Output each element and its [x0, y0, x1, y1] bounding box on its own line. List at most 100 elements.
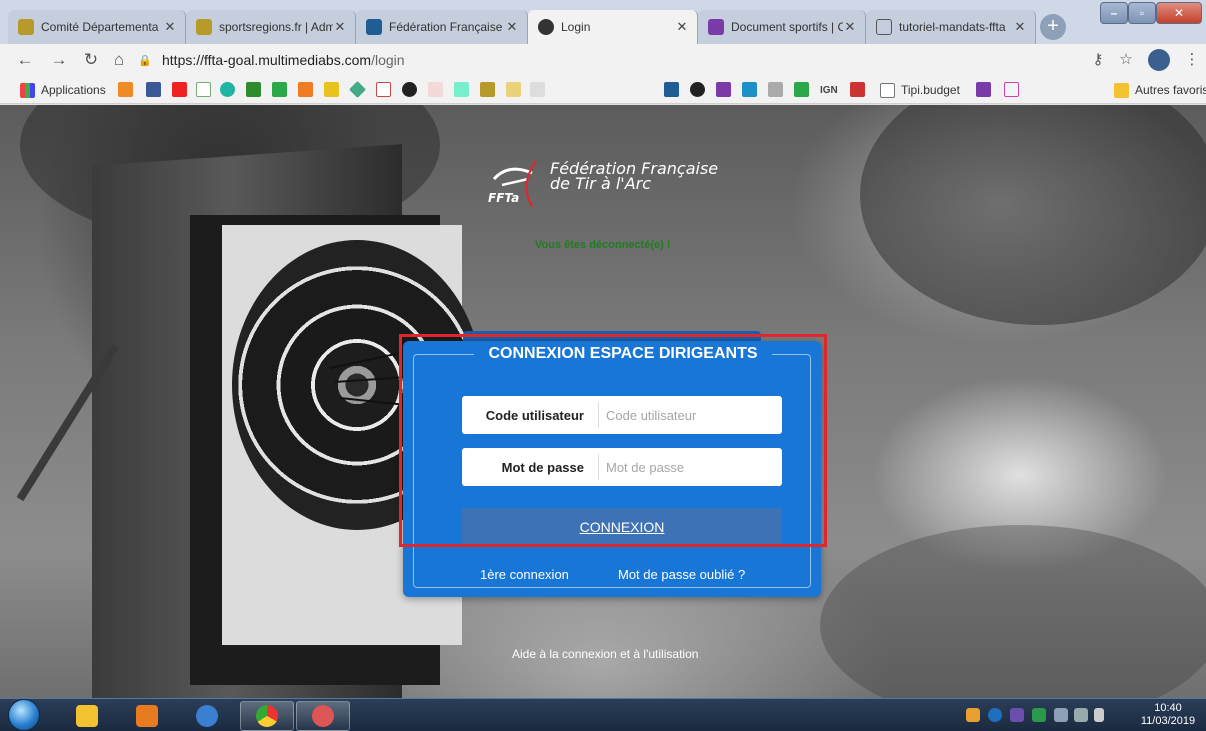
bookmark-label: Applications [41, 83, 106, 97]
tray-device-icon[interactable] [1054, 708, 1068, 722]
bookmark-sport-icon[interactable] [1004, 82, 1019, 97]
bookmark-teal-icon[interactable] [220, 82, 235, 97]
login-page: FFTa Fédération Française de Tir à l'Arc… [0, 105, 1206, 698]
close-tab-icon[interactable]: ✕ [505, 19, 519, 35]
ffta-logo-text: FFTa [488, 191, 520, 205]
globe-favicon-icon [538, 19, 554, 35]
lock-icon: 🔒 [138, 54, 152, 67]
new-tab-button[interactable]: + [1040, 14, 1066, 40]
tab-title: tutoriel-mandats-ffta [899, 20, 1006, 34]
password-input[interactable] [598, 454, 782, 480]
close-tab-icon[interactable]: ✕ [1013, 19, 1027, 35]
bookmark-diamond-icon[interactable] [349, 81, 366, 98]
username-input[interactable] [598, 402, 782, 428]
bookmark-red-icon[interactable] [850, 82, 865, 97]
back-arrow-icon[interactable]: ← [14, 48, 36, 72]
tab-document-sportifs[interactable]: Document sportifs | C ✕ [698, 10, 866, 44]
tab-federation-francaise[interactable]: Fédération Française ✕ [356, 10, 528, 44]
bookmark-circle-icon[interactable] [690, 82, 705, 97]
taskbar-app-blue[interactable] [180, 701, 234, 731]
password-row: Mot de passe [462, 448, 782, 486]
apps-grid-icon [20, 82, 35, 98]
close-window-button[interactable]: ✕ [1156, 2, 1202, 24]
home-icon[interactable]: ⌂ [108, 48, 130, 72]
bookmark-label: IGN [820, 84, 838, 96]
bookmark-box-icon[interactable] [298, 82, 313, 97]
close-tab-icon[interactable]: ✕ [333, 19, 347, 35]
gmail-icon[interactable] [376, 82, 391, 97]
menu-kebab-icon[interactable]: ⋮ [1182, 50, 1202, 70]
tab-sportsregions[interactable]: sportsregions.fr | Adm ✕ [186, 10, 356, 44]
taskbar-app-other[interactable] [296, 701, 350, 731]
tab-tutoriel-mandats[interactable]: tutoriel-mandats-ffta ✕ [866, 10, 1036, 44]
clock-time: 10:40 [1154, 702, 1182, 714]
bookmark-purple-icon[interactable] [716, 82, 731, 97]
tray-app-icon[interactable] [966, 708, 980, 722]
first-login-link[interactable]: 1ère connexion [480, 567, 569, 582]
bookmark-person-icon[interactable] [768, 82, 783, 97]
bookmark-green-icon[interactable] [794, 82, 809, 97]
sportsregions-favicon-icon [18, 19, 34, 35]
forward-arrow-icon[interactable]: → [48, 48, 70, 72]
bookmark-applications[interactable]: Applications [20, 82, 106, 98]
bookmark-yellow-icon[interactable] [324, 82, 339, 97]
ffta-logo: FFTa Fédération Française de Tir à l'Arc [488, 157, 788, 217]
close-tab-icon[interactable]: ✕ [843, 19, 857, 35]
key-icon[interactable]: ⚷ [1088, 50, 1108, 70]
sportsregions-bookmark-icon[interactable] [480, 82, 495, 97]
username-row: Code utilisateur [462, 396, 782, 434]
taskbar-media-player[interactable] [120, 701, 174, 731]
star-bookmark-icon[interactable]: ☆ [1116, 50, 1136, 70]
bookmark-other-favorites[interactable]: Autres favoris [1114, 82, 1206, 98]
url-host: https://ffta-goal.multimediabs.com [162, 52, 372, 68]
flag-icon[interactable] [1094, 708, 1104, 722]
document-favicon-icon [708, 19, 724, 35]
bookmark-se-icon[interactable] [530, 82, 545, 97]
windows-start-button[interactable] [8, 699, 40, 731]
bookmark-site-icon[interactable] [196, 82, 211, 97]
federation-name: Fédération Française de Tir à l'Arc [550, 161, 718, 193]
page-favicon-icon [876, 19, 892, 35]
password-label: Mot de passe [501, 459, 584, 475]
tab-title: sportsregions.fr | Adm [219, 20, 333, 34]
maximize-button[interactable]: ▫ [1128, 2, 1156, 24]
tab-comite-departemental[interactable]: Comité Départementa ✕ [8, 10, 186, 44]
close-tab-icon[interactable]: ✕ [163, 19, 177, 35]
bookmark-dark-icon[interactable] [402, 82, 417, 97]
clock-date: 11/03/2019 [1140, 715, 1196, 727]
connexion-button[interactable]: CONNEXION [462, 508, 782, 546]
close-tab-icon[interactable]: ✕ [675, 19, 689, 35]
taskbar-clock[interactable]: 10:40 11/03/2019 [1138, 702, 1198, 728]
bookmarks-bar: Applications IGN Tipi.budget Autres favo… [0, 76, 1206, 104]
url-text: https://ffta-goal.multimediabs.com/login [162, 52, 405, 68]
bookmark-map-icon[interactable] [272, 82, 287, 97]
forgot-password-link[interactable]: Mot de passe oublié ? [618, 567, 745, 582]
profile-avatar[interactable] [1148, 49, 1170, 71]
tray-shield-icon[interactable] [1010, 708, 1024, 722]
facebook-icon[interactable] [146, 82, 161, 97]
help-link[interactable]: Aide à la connexion et à l'utilisation [512, 647, 698, 661]
bookmark-label: Autres favoris [1135, 83, 1206, 97]
federation-name-line2: de Tir à l'Arc [550, 174, 652, 193]
reload-icon[interactable]: ↻ [80, 48, 102, 72]
minimize-button[interactable]: – [1100, 2, 1128, 24]
taskbar-chrome[interactable] [240, 701, 294, 731]
taskbar-file-explorer[interactable] [60, 701, 114, 731]
bookmark-ign[interactable]: IGN [820, 82, 838, 98]
ffta-bookmark-icon[interactable] [664, 82, 679, 97]
bookmark-orange-icon[interactable] [118, 82, 133, 97]
bookmark-cloud-icon[interactable] [454, 82, 469, 97]
tray-network-icon[interactable] [988, 708, 1002, 722]
youtube-icon[interactable] [172, 82, 187, 97]
bookmark-blue-icon[interactable] [742, 82, 757, 97]
tab-login[interactable]: Login ✕ [528, 10, 698, 44]
tab-title: Comité Départementa [41, 20, 159, 34]
bookmark-tipi-budget[interactable]: Tipi.budget [880, 82, 960, 98]
bookmark-pink-icon[interactable] [428, 82, 443, 97]
bookmark-logo-icon[interactable] [506, 82, 521, 97]
volume-icon[interactable] [1074, 708, 1088, 722]
tray-sync-icon[interactable] [1032, 708, 1046, 722]
bookmark-green-arrow-icon[interactable] [246, 82, 261, 97]
bookmark-list-icon[interactable] [976, 82, 991, 97]
address-bar[interactable]: 🔒 https://ffta-goal.multimediabs.com/log… [138, 48, 1078, 72]
